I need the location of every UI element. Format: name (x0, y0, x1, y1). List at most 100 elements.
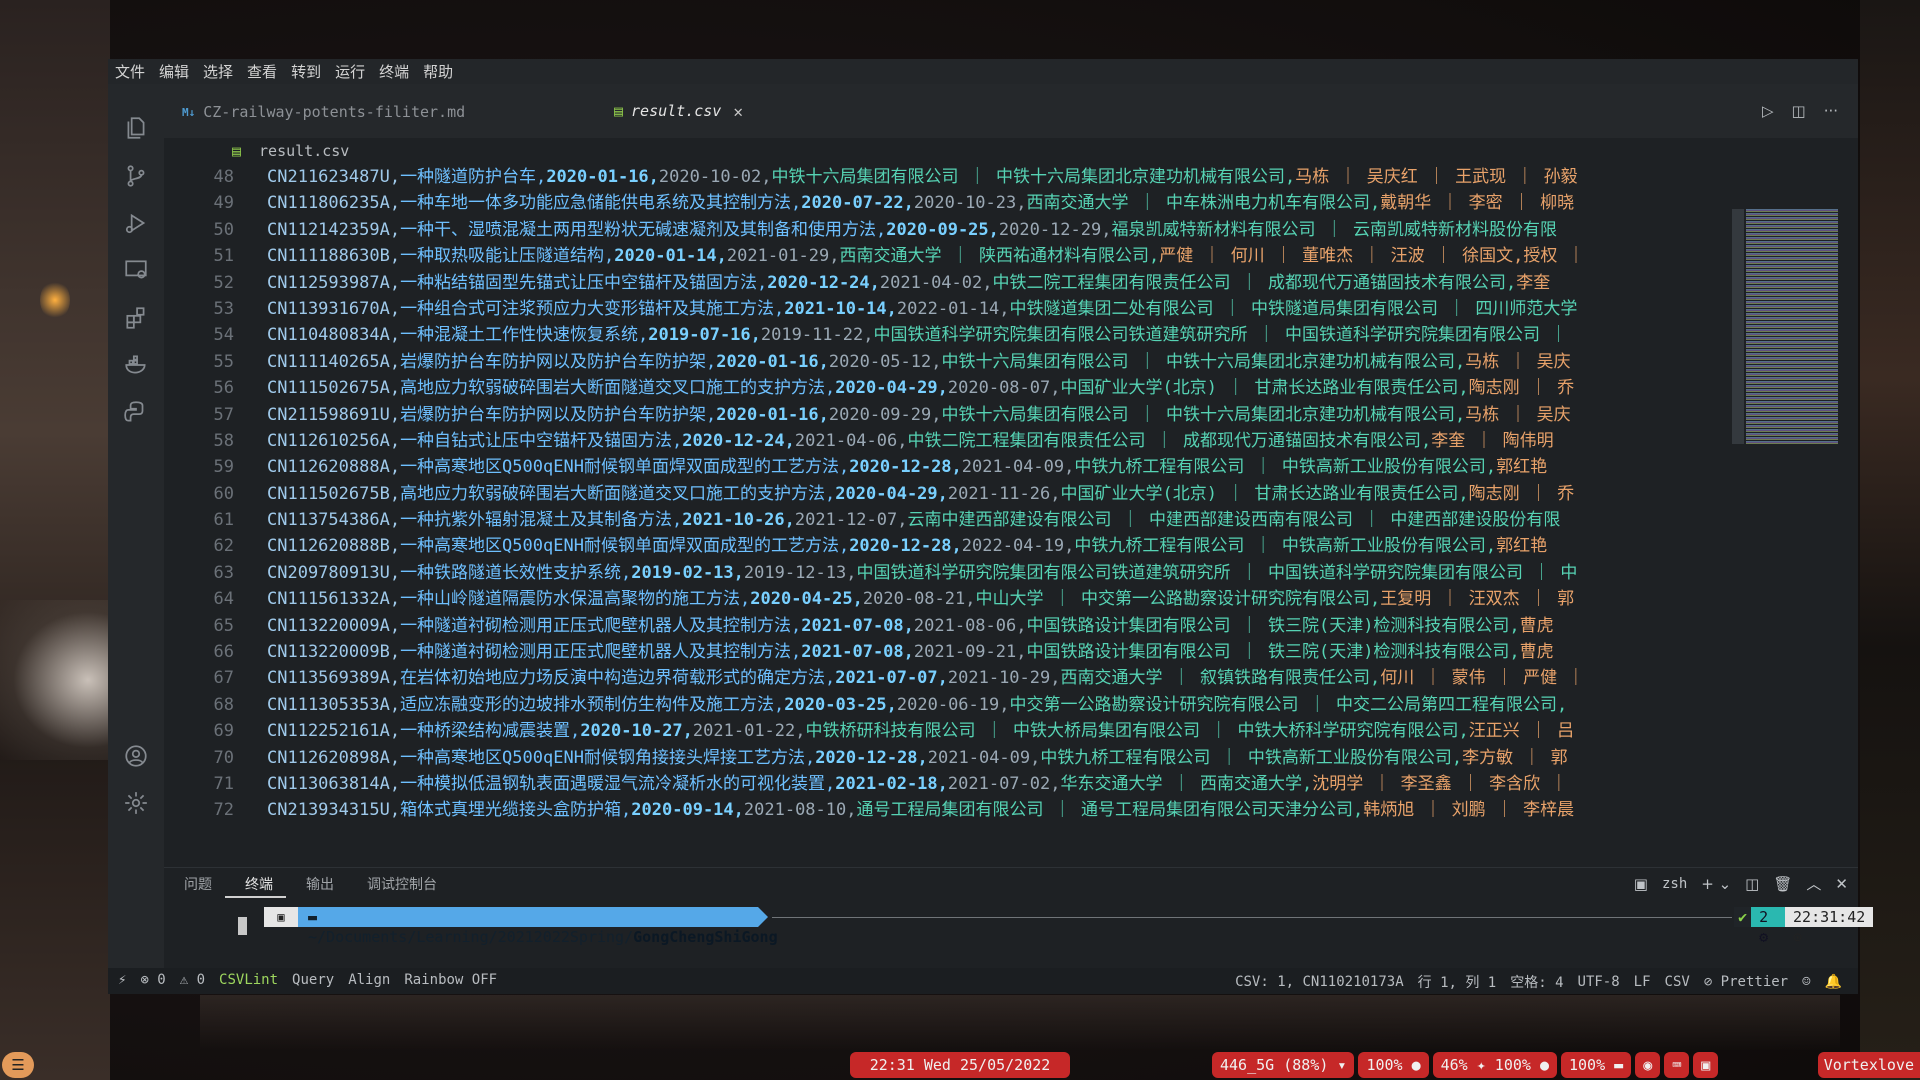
tab-debug-console[interactable]: 调试控制台 (347, 868, 450, 898)
tab-output[interactable]: 输出 (286, 868, 347, 898)
line-number: 58 (213, 430, 234, 451)
tab-problems[interactable]: 问题 (164, 868, 225, 898)
minimap-slider[interactable] (1732, 209, 1744, 444)
csv-line[interactable]: 70 CN112620898A,一种高寒地区Q500qENH耐候钢角接接头焊接工艺… (164, 745, 1774, 771)
line-number: 66 (213, 642, 234, 663)
eye-icon[interactable]: ◉ (1635, 1052, 1661, 1078)
end-of-line[interactable]: LF (1634, 974, 1651, 990)
csv-editor[interactable]: 48 CN211623487U,一种隧道防护台车,2020-01-16,2020-… (164, 164, 1774, 864)
shell-selector[interactable]: zsh (1662, 876, 1687, 892)
menu-view[interactable]: 查看 (247, 61, 277, 82)
csv-line[interactable]: 52 CN112593987A,一种粘结锚固型先锚式让压中空锚杆及锚固方法,202… (164, 270, 1774, 296)
menu-run[interactable]: 运行 (335, 61, 365, 82)
more-actions-icon[interactable]: ··· (1824, 102, 1838, 120)
line-content: CN113754386A,一种抗紫外辐射混凝土及其制备方法,2021-10-26… (267, 510, 1561, 531)
tab-label: CZ-railway-potents-filiter.md (203, 103, 466, 121)
line-content: CN112593987A,一种粘结锚固型先锚式让压中空锚杆及锚固方法,2020-… (267, 272, 1551, 293)
launcher-menu-icon[interactable]: ☰ (2, 1052, 34, 1078)
csv-line[interactable]: 60 CN111502675B,高地应力软弱破碎围岩大断面隧道交叉口施工的支护方法… (164, 481, 1774, 507)
line-content: CN111140265A,岩爆防护台车防护网以及防护台车防护架,2020-01-… (267, 351, 1571, 372)
feedback-icon[interactable]: ☺ (1802, 974, 1810, 990)
menu-edit[interactable]: 编辑 (159, 61, 189, 82)
csv-line[interactable]: 53 CN113931670A,一种组合式可注浆预应力大变形锚杆及其施工方法,20… (164, 296, 1774, 322)
prompt-time: 22:31:42 ⊙ (1785, 907, 1874, 946)
menu-terminal[interactable]: 终端 (379, 61, 409, 82)
csv-line[interactable]: 65 CN113220009A,一种隧道衬砌检测用正压式爬壁机器人及其控制方法,2… (164, 613, 1774, 639)
new-terminal-icon[interactable]: + ⌄ (1701, 875, 1731, 893)
indentation[interactable]: 空格: 4 (1510, 972, 1563, 992)
menu-file[interactable]: 文件 (115, 61, 145, 82)
csv-line[interactable]: 50 CN112142359A,一种干、湿喷混凝土两用型粉状无碱速凝剂及其制备和使… (164, 217, 1774, 243)
csv-line[interactable]: 68 CN111305353A,适应冻融变形的边坡排水预制仿生构件及施工方法,20… (164, 692, 1774, 718)
csv-line[interactable]: 69 CN112252161A,一种桥梁结构减震装置,2020-10-27,202… (164, 718, 1774, 744)
csv-line[interactable]: 57 CN211598691U,岩爆防护台车防护网以及防护台车防护架,2020-0… (164, 402, 1774, 428)
align-button[interactable]: Align (348, 972, 390, 988)
extensions-icon[interactable] (122, 304, 150, 332)
account-icon[interactable] (122, 742, 150, 770)
query-button[interactable]: Query (292, 972, 334, 988)
explorer-icon[interactable] (122, 114, 150, 142)
rainbow-toggle[interactable]: Rainbow OFF (404, 972, 497, 988)
csv-line[interactable]: 61 CN113754386A,一种抗紫外辐射混凝土及其制备方法,2021-10-… (164, 507, 1774, 533)
clock[interactable]: 22:31 Wed 25/05/2022 (850, 1052, 1070, 1078)
trash-icon[interactable]: 🗑 (1773, 875, 1792, 893)
csv-line[interactable]: 58 CN112610256A,一种自钻式让压中空锚杆及锚固方法,2020-12-… (164, 428, 1774, 454)
remote-icon[interactable]: ⚡ (118, 972, 126, 988)
minimap[interactable] (1746, 209, 1838, 444)
csv-line[interactable]: 63 CN209780913U,一种铁路隧道长效性支护系统,2019-02-13,… (164, 560, 1774, 586)
maximize-panel-icon[interactable]: ︿ (1806, 873, 1821, 894)
split-editor-icon[interactable]: ◫ (1792, 102, 1806, 120)
screen-icon[interactable]: ▣ (1693, 1052, 1719, 1078)
csv-line[interactable]: 49 CN111806235A,一种车地一体多功能应急储能供电系统及其控制方法,2… (164, 190, 1774, 216)
csv-line[interactable]: 48 CN211623487U,一种隧道防护台车,2020-01-16,2020-… (164, 164, 1774, 190)
csv-line[interactable]: 72 CN213934315U,箱体式真埋光缆接头盒防护箱,2020-09-14,… (164, 797, 1774, 823)
source-control-icon[interactable] (122, 162, 150, 190)
menu-help[interactable]: 帮助 (423, 61, 453, 82)
run-icon[interactable]: ▷ (1762, 102, 1774, 120)
csv-line[interactable]: 66 CN113220009B,一种隧道衬砌检测用正压式爬壁机器人及其控制方法,2… (164, 639, 1774, 665)
line-number: 54 (213, 325, 234, 346)
csv-line[interactable]: 71 CN113063814A,一种模拟低温钢轨表面遇暖湿气流冷凝析水的可视化装置… (164, 771, 1774, 797)
warnings-count[interactable]: ⚠ 0 (180, 972, 205, 988)
line-number: 53 (213, 298, 234, 319)
csv-line[interactable]: 67 CN113569389A,在岩体初始地应力场反演中构造边界荷载形式的确定方法… (164, 665, 1774, 691)
prettier-status[interactable]: ⊘ Prettier (1704, 974, 1788, 990)
split-terminal-icon[interactable]: ◫ (1745, 875, 1759, 893)
csv-position[interactable]: CSV: 1, CN110210173A (1235, 974, 1404, 990)
csv-line[interactable]: 56 CN111502675A,高地应力软弱破碎围岩大断面隧道交叉口施工的支护方法… (164, 375, 1774, 401)
battery-indicator[interactable]: 100% ▬ (1561, 1052, 1632, 1078)
encoding[interactable]: UTF-8 (1578, 974, 1620, 990)
csv-line[interactable]: 54 CN110480834A,一种混凝土工作性快速恢复系统,2019-07-16… (164, 322, 1774, 348)
tab-markdown-file[interactable]: M↓ CZ-railway-potents-filiter.md (168, 84, 496, 140)
settings-gear-icon[interactable] (122, 789, 150, 817)
line-content: CN111188630B,一种取热吸能让压隧道结构,2020-01-14,202… (267, 246, 1585, 267)
csvlint-button[interactable]: CSVLint (219, 972, 278, 988)
close-tab-icon[interactable]: ✕ (733, 102, 743, 121)
system-taskbar: ☰ 22:31 Wed 25/05/2022 446_5G (88%) ▾ 10… (0, 1050, 1920, 1080)
line-number: 61 (213, 510, 234, 531)
csv-line[interactable]: 55 CN111140265A,岩爆防护台车防护网以及防护台车防护架,2020-0… (164, 349, 1774, 375)
docker-icon[interactable] (122, 351, 150, 379)
errors-count[interactable]: ⊗ 0 (140, 972, 165, 988)
remote-explorer-icon[interactable] (122, 256, 150, 284)
menu-bar: 文件 编辑 选择 查看 转到 运行 终端 帮助 (108, 59, 1858, 84)
keyboard-icon[interactable]: ⌨ (1664, 1052, 1690, 1078)
cursor-position[interactable]: 行 1, 列 1 (1418, 972, 1497, 992)
close-panel-icon[interactable]: ✕ (1835, 875, 1848, 893)
wifi-indicator[interactable]: 446_5G (88%) ▾ (1212, 1052, 1355, 1078)
tab-result-csv[interactable]: ▤ result.csv ✕ (614, 84, 780, 140)
brightness-indicator[interactable]: 46% ✦ 100% ● (1432, 1052, 1557, 1078)
notifications-icon[interactable]: 🔔 (1825, 974, 1842, 990)
menu-go[interactable]: 转到 (291, 61, 321, 82)
csv-line[interactable]: 59 CN112620888A,一种高寒地区Q500qENH耐候钢单面焊双面成型的… (164, 454, 1774, 480)
csv-line[interactable]: 62 CN112620888B,一种高寒地区Q500qENH耐候钢单面焊双面成型的… (164, 533, 1774, 559)
python-icon[interactable] (122, 398, 150, 426)
csv-line[interactable]: 64 CN111561332A,一种山岭隧道隔震防水保温高聚物的施工方法,2020… (164, 586, 1774, 612)
tab-terminal[interactable]: 终端 (225, 868, 286, 898)
csv-line[interactable]: 51 CN111188630B,一种取热吸能让压隧道结构,2020-01-14,2… (164, 243, 1774, 269)
breadcrumb-file[interactable]: result.csv (259, 142, 349, 160)
run-debug-icon[interactable] (122, 209, 150, 237)
menu-selection[interactable]: 选择 (203, 61, 233, 82)
language-mode[interactable]: CSV (1665, 974, 1690, 990)
volume-indicator[interactable]: 100% ● (1358, 1052, 1429, 1078)
